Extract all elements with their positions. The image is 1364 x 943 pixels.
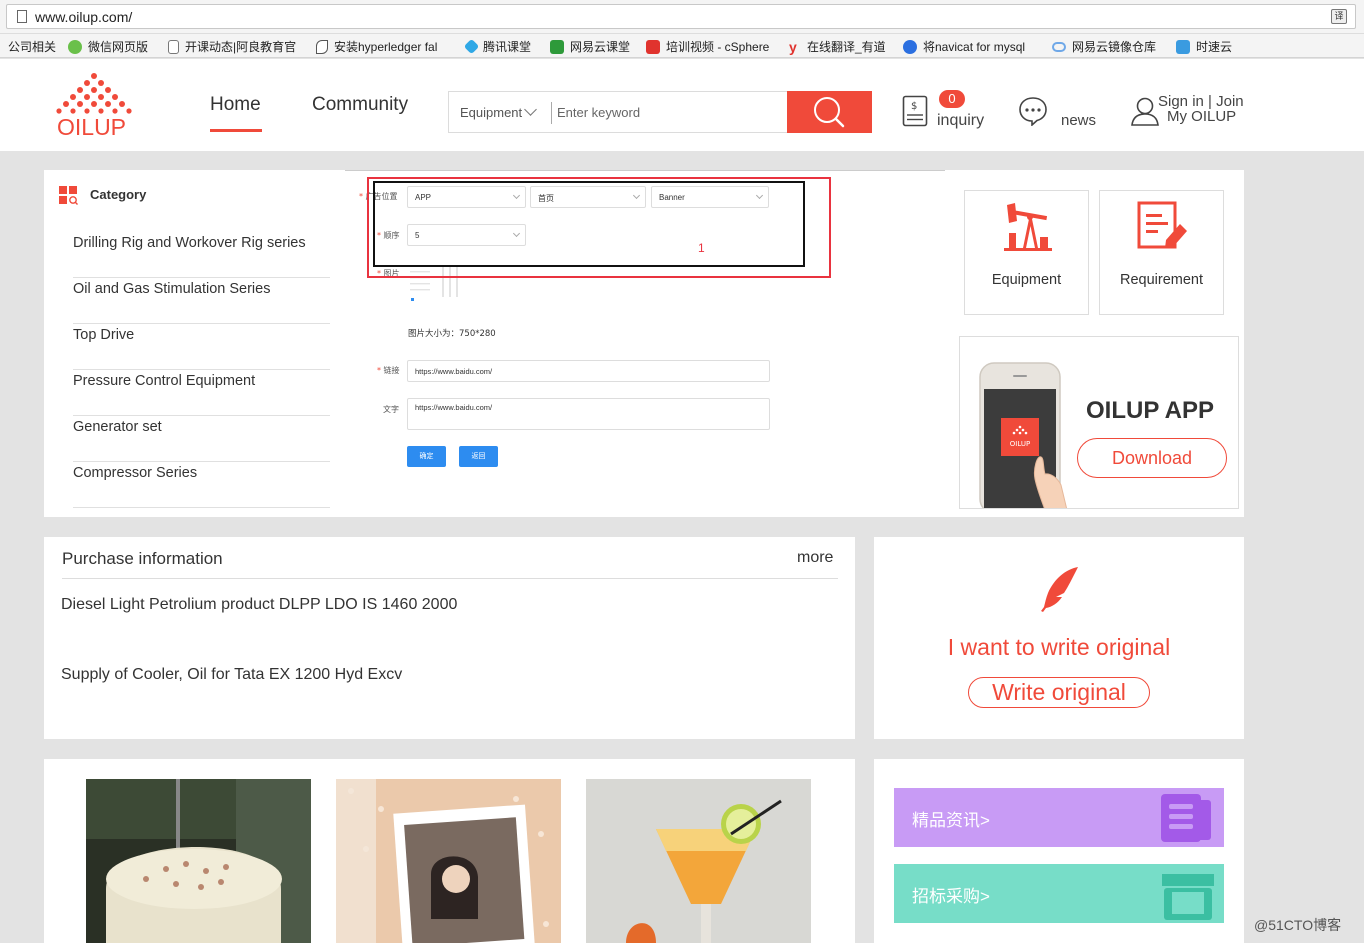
search-input[interactable] [557, 98, 777, 126]
news-label[interactable]: news [1061, 112, 1096, 129]
cake-photo [86, 779, 311, 943]
form-label-link: * 链接 [377, 366, 400, 375]
bookmark-item[interactable]: 培训视频 - cSphere [646, 38, 769, 55]
form-label-text: 文字 [383, 405, 399, 414]
nav-home-underline [210, 129, 262, 132]
bookmark-item[interactable]: 开课动态|阿良教育官 [168, 38, 296, 55]
phone-illustration: OILUP [979, 362, 1068, 508]
category-item[interactable]: Compressor Series [73, 462, 330, 508]
bookmark-item[interactable]: y 在线翻译_有道 [789, 38, 886, 55]
youdao-icon: y [789, 38, 797, 55]
link-icon [316, 39, 328, 54]
category-item[interactable]: Oil and Gas Stimulation Series [73, 278, 330, 324]
write-original-button[interactable]: Write original [968, 677, 1150, 708]
annotation-black-box [373, 181, 805, 267]
search-button[interactable] [787, 91, 872, 133]
page-icon [17, 10, 27, 23]
netease-icon [550, 39, 564, 54]
tenxcloud-icon [1176, 39, 1190, 54]
tender-procurement-label: 招标采购> [912, 887, 990, 906]
logo-dots-icon [56, 73, 132, 114]
oilup-logo[interactable]: OILUP [54, 72, 134, 142]
form-back-button[interactable]: 返回 [459, 446, 498, 467]
url-text[interactable]: www.oilup.com/ [35, 9, 132, 25]
requirement-label: Requirement [1119, 272, 1203, 288]
user-icon[interactable] [1130, 96, 1160, 126]
site-header: OILUP Home Community Equipment $ 0 inqui… [0, 59, 1364, 151]
form-image-size-note: 图片大小为：750*280 [408, 329, 496, 339]
drink-photo [586, 779, 811, 943]
search-separator [551, 102, 552, 124]
shop-icon [1162, 874, 1214, 920]
oil-pump-icon [1004, 203, 1052, 251]
premium-news-label: 精品资讯> [912, 811, 990, 830]
requirement-edit-icon [1137, 201, 1187, 249]
category-title: Category [90, 187, 147, 202]
csphere-icon [646, 39, 660, 54]
app-title: OILUP APP [1086, 397, 1215, 424]
annotation-number: 1 [698, 241, 705, 255]
category-item[interactable]: Top Drive [73, 324, 330, 370]
gallery-image-drink[interactable] [586, 779, 811, 943]
watermark: @51CTO博客 [1254, 917, 1342, 933]
write-title: I want to write original [947, 634, 1171, 660]
phone-oilup-text: OILUP [1010, 440, 1030, 448]
equipment-label: Equipment [991, 272, 1062, 288]
purchase-item[interactable]: Supply of Cooler, Oil for Tata EX 1200 H… [61, 666, 402, 684]
equipment-card[interactable]: Equipment [964, 190, 1089, 315]
browser-address-bar: www.oilup.com/ 译 [0, 0, 1364, 34]
wechat-icon [68, 39, 82, 54]
bookmark-item[interactable]: 时速云 [1176, 38, 1232, 55]
category-item[interactable]: Drilling Rig and Workover Rig series [73, 232, 330, 278]
tencent-icon [463, 38, 480, 55]
form-link-input[interactable]: https://www.baidu.com/ [407, 360, 770, 382]
search-category-select[interactable]: Equipment [460, 105, 522, 120]
feather-pen-icon [1041, 567, 1078, 612]
form-confirm-button[interactable]: 确定 [407, 446, 446, 467]
url-field[interactable]: www.oilup.com/ 译 [6, 4, 1356, 29]
purchase-title: Purchase information [62, 549, 223, 568]
translate-icon[interactable]: 译 [1331, 9, 1347, 24]
tender-procurement-link[interactable]: 招标采购> [894, 864, 1224, 923]
premium-news-link[interactable]: 精品资讯> [894, 788, 1224, 847]
bookmarks-bar: 公司相关 微信网页版 开课动态|阿良教育官 安装hyperledger fal … [0, 34, 1364, 58]
bookmark-item[interactable]: 网易云镜像仓库 [1052, 38, 1156, 55]
gallery-image-cake[interactable] [86, 779, 311, 943]
download-button[interactable]: Download [1077, 438, 1227, 478]
bookmark-item[interactable]: 网易云课堂 [550, 38, 630, 55]
app-download-card: OILUP OILUP APP Download [959, 336, 1239, 509]
svg-text:$: $ [911, 101, 917, 112]
bookmark-item[interactable]: 安装hyperledger fal [316, 38, 437, 55]
girl-photo [336, 779, 561, 943]
document-icon [1161, 794, 1211, 842]
search-box: Equipment [448, 91, 872, 133]
inquiry-icon[interactable]: $ [902, 95, 928, 127]
bookmark-item[interactable]: 微信网页版 [68, 38, 148, 55]
category-item[interactable]: Pressure Control Equipment [73, 370, 330, 416]
nav-community[interactable]: Community [312, 94, 408, 116]
purchase-more-link[interactable]: more [797, 549, 833, 567]
bookmark-item[interactable]: 将navicat for mysql [903, 38, 1025, 55]
inquiry-count-badge: 0 [939, 90, 965, 108]
my-oilup-link[interactable]: My OILUP [1167, 108, 1236, 125]
cloud-icon [1052, 41, 1066, 52]
logo-text: OILUP [57, 114, 127, 140]
banner-top-border [345, 170, 945, 171]
news-chat-icon[interactable] [1018, 96, 1048, 126]
baidu-icon [903, 39, 917, 54]
chevron-down-icon[interactable] [524, 103, 537, 116]
page-icon [168, 39, 179, 54]
nav-home[interactable]: Home [210, 94, 261, 116]
category-item[interactable]: Generator set [73, 416, 330, 462]
category-icon [59, 186, 78, 205]
form-text-textarea[interactable]: https://www.baidu.com/ [407, 398, 770, 430]
gallery-image-girl[interactable] [336, 779, 561, 943]
inquiry-label[interactable]: inquiry [937, 112, 984, 130]
search-icon [814, 97, 845, 128]
requirement-card[interactable]: Requirement [1099, 190, 1224, 315]
purchase-item[interactable]: Diesel Light Petrolium product DLPP LDO … [61, 596, 457, 614]
bookmark-item[interactable]: 公司相关 [8, 38, 56, 55]
purchase-divider [62, 578, 838, 579]
bookmark-item[interactable]: 腾讯课堂 [463, 38, 531, 55]
